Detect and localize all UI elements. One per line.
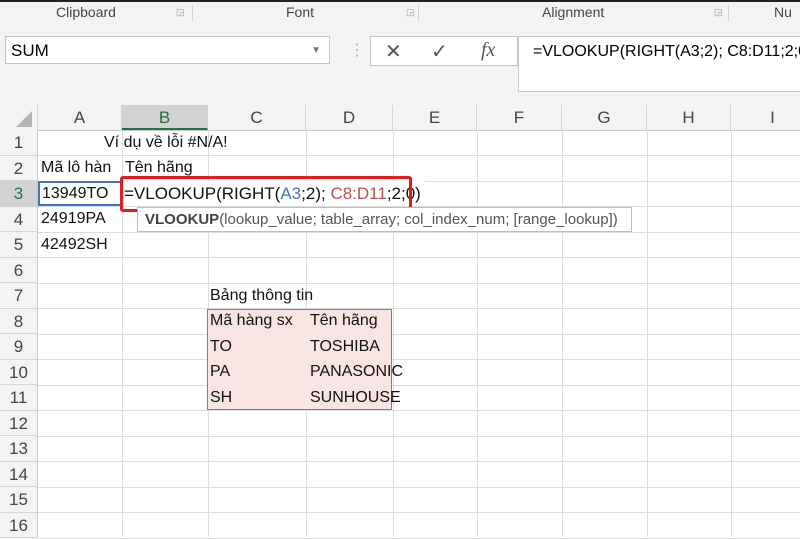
gridline-horizontal [38,359,800,360]
cell-c11[interactable]: SH [210,385,232,410]
column-header-b[interactable]: B [122,105,208,130]
cell-a5[interactable]: 42492SH [41,232,108,257]
cell-c8[interactable]: Mã hàng sx [210,308,293,333]
column-header-i[interactable]: I [731,105,800,130]
formula-buttons: ✕ ✓ fx [370,36,518,66]
row-header-6[interactable]: 6 [0,257,38,283]
row-header-5[interactable]: 5 [0,232,38,258]
divider [418,5,419,21]
ribbon-group-labels: Clipboard ◲ Font ◲ Alignment ◲ Nu [0,0,800,25]
cell-b1[interactable]: Ví dụ về lỗi #N/A! [104,130,228,155]
gridline-horizontal [38,537,800,539]
cell-c7[interactable]: Bảng thông tin [210,283,313,308]
group-clipboard: Clipboard [56,4,116,20]
gridline-horizontal [38,257,800,258]
cell-d10[interactable]: PANASONIC [310,359,403,384]
cancel-icon[interactable]: ✕ [385,39,402,64]
group-number: Nu [774,4,792,20]
gridline-horizontal [38,333,800,335]
cell-a3[interactable]: 13949TO [38,181,122,206]
dialog-launcher-icon[interactable]: ◲ [714,7,723,18]
row-header-10[interactable]: 10 [0,359,38,385]
row-header-3[interactable]: 3 [0,181,38,207]
cell-d9[interactable]: TOSHIBA [310,334,380,359]
row-header-7[interactable]: 7 [0,283,38,309]
divider [192,5,193,21]
row-header-8[interactable]: 8 [0,308,38,334]
row-header-9[interactable]: 9 [0,334,38,360]
cell-d11[interactable]: SUNHOUSE [310,385,401,410]
gridline-horizontal [38,435,800,437]
row-header-12[interactable]: 12 [0,410,38,436]
grip-icon: ⋮ [349,42,365,59]
cell-a4[interactable]: 24919PA [41,206,106,231]
name-box-value: SUM [11,41,49,60]
tooltip-function-name[interactable]: VLOOKUP [145,211,219,228]
dialog-launcher-icon[interactable]: ◲ [406,7,415,18]
column-headers: A B C D E F G H I [0,105,800,131]
gridline-horizontal [38,384,800,386]
enter-icon[interactable]: ✓ [431,39,448,64]
divider [728,5,729,21]
gridline-horizontal [38,410,800,411]
formula-input[interactable]: =VLOOKUP(RIGHT(A3;2); C8:D11;2;0) [518,36,800,92]
row-header-4[interactable]: 4 [0,206,38,232]
function-tooltip: VLOOKUP(lookup_value; table_array; col_i… [137,207,632,232]
row-header-11[interactable]: 11 [0,385,38,411]
row-header-14[interactable]: 14 [0,461,38,487]
gridline-horizontal [38,486,800,488]
group-alignment: Alignment [542,4,605,20]
column-header-c[interactable]: C [208,105,306,130]
gridline-horizontal [38,461,800,462]
gridline-horizontal [38,282,800,284]
cell-c9[interactable]: TO [210,334,232,359]
name-box[interactable]: SUM ▼ [5,36,330,64]
gridline-horizontal [38,512,800,513]
insert-function-icon[interactable]: fx [481,39,495,62]
dialog-launcher-icon[interactable]: ◲ [176,7,185,18]
row-header-13[interactable]: 13 [0,436,38,462]
row-header-16[interactable]: 16 [0,512,38,538]
row-header-1[interactable]: 1 [0,130,38,156]
cell-d8[interactable]: Tên hãng [310,308,378,333]
column-header-h[interactable]: H [647,105,731,130]
cell-c10[interactable]: PA [210,359,230,384]
column-header-d[interactable]: D [306,105,393,130]
column-header-a[interactable]: A [38,105,122,130]
select-all-button[interactable] [0,105,38,130]
tooltip-args: (lookup_value; table_array; col_index_nu… [219,211,618,228]
row-header-2[interactable]: 2 [0,155,38,181]
cell-a2[interactable]: Mã lô hàn [41,155,111,180]
column-header-f[interactable]: F [477,105,562,130]
group-font: Font [286,4,315,20]
column-header-e[interactable]: E [393,105,477,130]
chevron-down-icon[interactable]: ▼ [311,37,321,65]
column-header-g[interactable]: G [562,105,647,130]
row-header-15[interactable]: 15 [0,487,38,513]
gridline-horizontal [38,308,800,309]
